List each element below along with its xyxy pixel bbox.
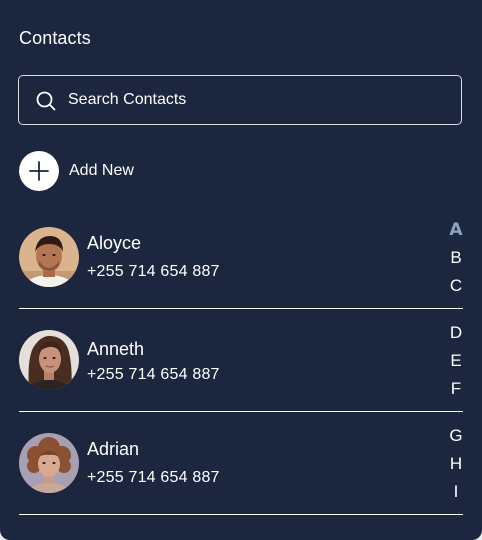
- avatar: [19, 330, 79, 390]
- alphabet-letter-a[interactable]: A: [443, 220, 469, 240]
- alphabet-letter-c[interactable]: C: [443, 276, 469, 296]
- contact-item[interactable]: Adrian +255 714 654 887: [19, 412, 463, 515]
- alphabet-letter-i[interactable]: I: [443, 482, 469, 502]
- contact-name: Aloyce: [87, 233, 142, 253]
- contact-name: Adrian: [87, 439, 140, 459]
- alphabet-letter-h[interactable]: H: [443, 454, 469, 474]
- avatar: [19, 227, 79, 287]
- avatar: [19, 433, 79, 493]
- contacts-panel: Contacts Add New: [0, 0, 482, 540]
- contact-item[interactable]: Anneth +255 714 654 887: [19, 309, 463, 412]
- contact-phone: +255 714 654 887: [87, 469, 220, 486]
- alphabet-letter-b[interactable]: B: [443, 248, 469, 268]
- page-title: Contacts: [19, 28, 91, 48]
- add-new-button[interactable]: Add New: [19, 151, 134, 191]
- alphabet-letter-g[interactable]: G: [443, 426, 469, 446]
- contact-name: Anneth: [87, 339, 145, 359]
- contact-phone: +255 714 654 887: [87, 366, 220, 383]
- search-box[interactable]: [18, 75, 462, 125]
- alphabet-letter-d[interactable]: D: [443, 323, 469, 343]
- contact-item[interactable]: Aloyce +255 714 654 887: [19, 206, 463, 309]
- search-icon: [36, 91, 56, 111]
- add-new-label: Add New: [69, 162, 134, 179]
- search-input[interactable]: [68, 76, 448, 124]
- alphabet-letter-f[interactable]: F: [443, 379, 469, 399]
- plus-icon: [19, 151, 59, 191]
- contact-phone: +255 714 654 887: [87, 263, 220, 280]
- alphabet-letter-e[interactable]: E: [443, 351, 469, 371]
